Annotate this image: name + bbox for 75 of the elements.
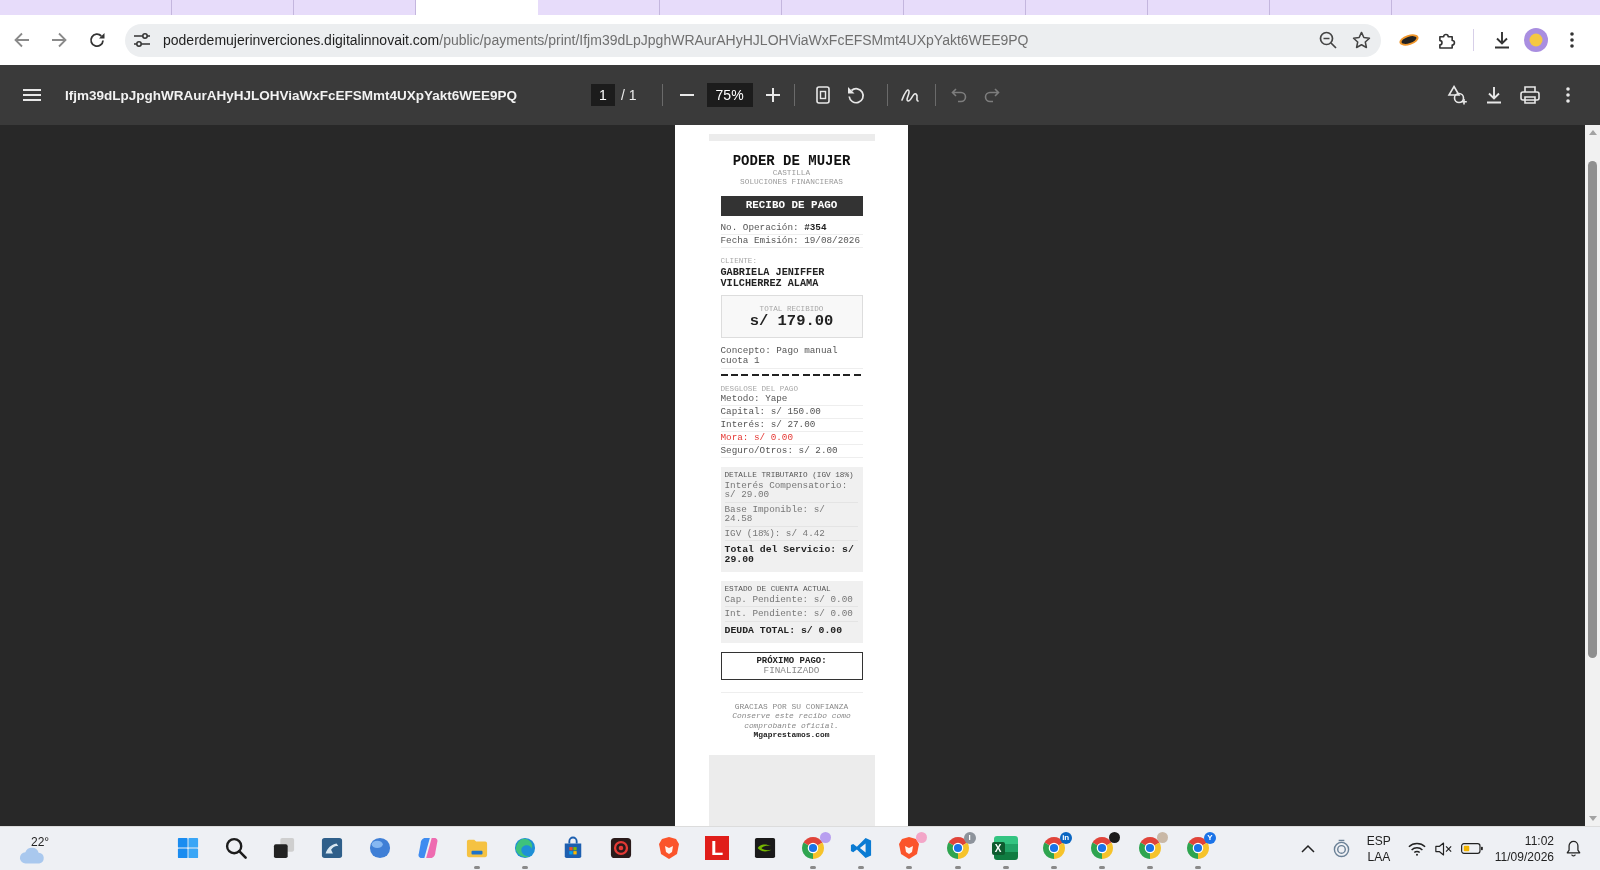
swoosh-tile-icon[interactable] [754,837,777,859]
back-icon[interactable] [14,32,30,48]
url-text[interactable]: poderdemujerinverciones.digitalinnovait.com/public/payments/print/Ifjm39dLpJpghWRAurAHyHJLOHViaWxFcEFSMmt4UXpYakt6WEE9PQ [163,31,1029,49]
clock-button[interactable]: 11:02 11/09/2026 [1494,832,1554,865]
company-name: PODER DE MUJER [731,153,852,169]
muted-speaker-icon[interactable] [1434,841,1452,856]
total-amount: s/ 179.00 [748,313,835,330]
letter-logo-icon[interactable]: L [705,836,730,860]
zoom-level-field[interactable]: 75% [706,83,753,107]
menu-icon[interactable] [23,89,41,101]
menu-dots-icon[interactable] [1566,87,1570,103]
search-icon[interactable] [225,837,248,859]
profile-badge: in [1059,832,1072,844]
oval-logo-icon[interactable] [1398,32,1420,48]
address-field[interactable]: poderdemujerinverciones.digitalinnovait.com/public/payments/print/Ifjm39dLpJpghWRAurAHyHJLOHViaWxFcEFSMmt4UXpYakt6WEE9PQ [125,23,1381,57]
breakdown-line: Mora: s/ 0.00 [720,432,863,445]
draw-icon[interactable] [900,87,919,103]
browser-icon[interactable] [1090,837,1113,859]
shield-logo-icon[interactable] [657,836,680,860]
breakdown-line: Interés: s/ 27.00 [720,419,863,432]
concept-text: Concepto: Pago manual cuota 1 [720,346,863,369]
battery-icon[interactable] [1460,843,1483,854]
breakdown-line: Seguro/Otros: s/ 2.00 [720,445,863,458]
receipt-field: Fecha Emisión: 19/08/2026 [720,235,863,248]
receipt-title: RECIBO DE PAGO [720,196,863,216]
wifi-icon[interactable] [1407,841,1426,856]
code-editor-icon[interactable] [850,837,873,859]
print-icon[interactable] [1520,86,1540,104]
panel-line: Base Imponible: s/ 24.58 [724,502,858,527]
panel-total: DEUDA TOTAL: s/ 0.00 [724,625,844,636]
page-number-field[interactable]: 1 [591,84,615,106]
app-tile-icon[interactable] [321,837,344,859]
wave-logo-icon[interactable] [513,837,536,859]
forward-icon[interactable] [51,32,67,48]
zoom-icon[interactable] [1319,31,1337,49]
avatar-icon[interactable] [1524,28,1548,52]
panel-line: Cap. Pendiente: s/ 0.00 [724,592,858,607]
panel-total: Total del Servicio: s/ 29.00 [724,545,855,565]
task-view-icon[interactable] [273,837,296,859]
page-count: / 1 [621,87,637,103]
ring-icon[interactable] [1332,839,1350,858]
add-shapes-icon[interactable] [1447,85,1467,105]
record-icon[interactable] [609,837,632,859]
next-payment-label: PRÓXIMO PAGO: [755,655,828,666]
breakdown-line: Metodo: Yape [720,393,863,406]
rotate-icon[interactable] [846,86,865,104]
puzzle-icon[interactable] [1438,31,1455,49]
client-name: GABRIELA JENIFFER VILCHERREZ ALAMA [720,266,826,289]
reload-icon[interactable] [89,32,105,48]
weather-temperature[interactable]: 22° [31,836,50,849]
bell-icon[interactable] [1566,840,1581,857]
scrollbar-thumb[interactable] [1588,161,1597,658]
folder-icon[interactable] [465,837,488,859]
panel-line: IGV (18%): s/ 4.42 [724,526,858,541]
next-payment-status: FINALIZADO [762,665,821,676]
document-title: Ifjm39dLpJpghWRAurAHyHJLOHViaWxFcEFSMmt4UXpYakt6WEE9PQ [65,87,518,103]
breakdown-line: Capital: s/ 150.00 [720,406,863,419]
start-menu-icon[interactable] [177,837,199,859]
menu-dots-icon[interactable] [1570,32,1574,48]
chevron-up-icon[interactable] [1300,844,1315,853]
panel-line: Int. Pendiente: s/ 0.00 [724,607,858,622]
spreadsheet-icon[interactable]: X [993,836,1018,860]
bookmark-star-icon[interactable] [1352,31,1371,49]
zoom-in-icon[interactable] [765,88,780,102]
profile-badge: Y [1203,832,1216,844]
site-settings-icon[interactable] [133,32,151,48]
download-icon[interactable] [1494,31,1510,49]
receipt-field: No. Operación: #354 [720,222,863,235]
shield-logo-icon[interactable] [898,836,921,860]
profile-badge: I [963,832,976,844]
panel-line: Interés Compensatorio: s/ 29.00 [724,478,858,503]
fit-page-icon[interactable] [815,86,830,104]
bars-logo-icon[interactable] [417,837,440,859]
input-language-button[interactable]: ESP LAA [1366,832,1391,865]
sphere-icon[interactable] [369,837,392,859]
